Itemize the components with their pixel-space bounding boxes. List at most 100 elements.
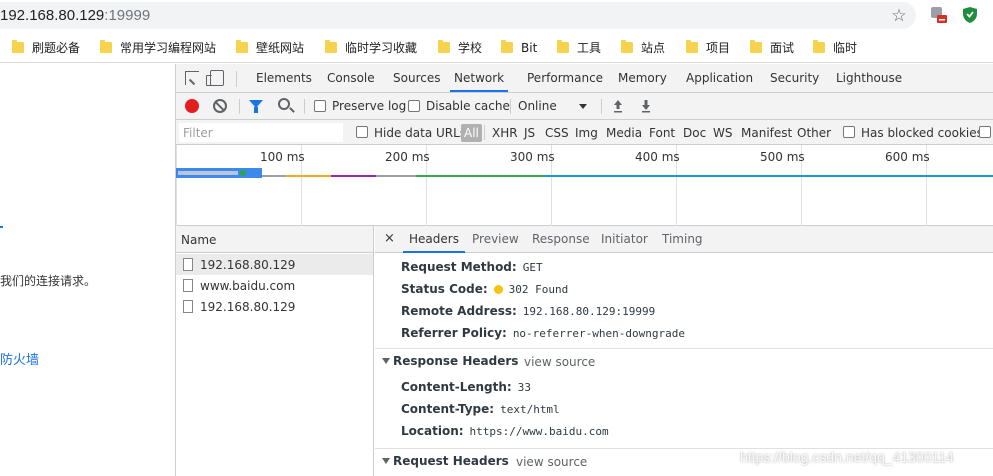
folder-icon [813, 40, 825, 53]
blocked-requests-checkbox[interactable] [979, 126, 991, 138]
tab-preview[interactable]: Preview [472, 226, 519, 253]
page-content: 我们的连接请求。 防火墙 [0, 64, 175, 476]
timeline-bar [240, 170, 246, 176]
table-row[interactable]: 192.168.80.129 [176, 254, 373, 275]
devtools-tabbar: Elements Console Sources Network Perform… [176, 64, 993, 93]
filter-type-media[interactable]: Media [606, 126, 642, 140]
record-icon[interactable] [185, 99, 199, 113]
timeline-bar [416, 175, 544, 177]
document-icon [183, 279, 193, 292]
bookmark-folder[interactable]: 学校 [438, 39, 482, 56]
chevron-down-icon[interactable] [579, 104, 587, 109]
bookmarks-bar: 刷题必备 常用学习编程网站 壁纸网站 临时学习收藏 学校 Bit 工具 站点 项… [0, 31, 993, 63]
filter-type-js[interactable]: JS [524, 126, 535, 140]
inspect-element-icon[interactable] [185, 71, 199, 85]
header-referrer-policy: Referrer Policy: no-referrer-when-downgra… [401, 326, 685, 340]
tab-response[interactable]: Response [532, 226, 590, 253]
tab-headers[interactable]: Headers [403, 226, 465, 253]
page-firewall-link[interactable]: 防火墙 [0, 349, 39, 368]
divider [510, 99, 511, 114]
tab-application[interactable]: Application [686, 64, 753, 92]
folder-icon [621, 40, 633, 53]
bookmark-folder[interactable]: Bit [501, 39, 537, 56]
import-har-icon[interactable] [613, 99, 623, 113]
tab-security[interactable]: Security [770, 64, 819, 92]
expand-triangle-icon[interactable] [382, 358, 390, 364]
tab-sources[interactable]: Sources [393, 64, 440, 92]
filter-type-ws[interactable]: WS [713, 126, 732, 140]
filter-input[interactable] [179, 123, 343, 142]
preserve-log-checkbox[interactable] [314, 100, 326, 112]
filter-type-img[interactable]: Img [575, 126, 598, 140]
filter-type-manifest[interactable]: Manifest [741, 126, 792, 140]
table-row[interactable]: 192.168.80.129 [176, 296, 373, 317]
timeline-bar [262, 175, 286, 177]
divider [484, 125, 485, 140]
address-bar: 192.168.80.129:19999 ☆ [0, 0, 993, 31]
tab-lighthouse[interactable]: Lighthouse [836, 64, 902, 92]
shield-extension-icon[interactable] [962, 6, 978, 24]
page-link-fragment[interactable] [0, 226, 3, 228]
url-host: 192.168.80.129 [0, 7, 105, 24]
tab-initiator[interactable]: Initiator [601, 226, 648, 253]
filter-type-xhr[interactable]: XHR [492, 126, 518, 140]
timeline-tick: 100 ms [260, 150, 305, 164]
tab-elements[interactable]: Elements [256, 64, 312, 92]
export-har-icon[interactable] [641, 99, 651, 113]
device-toolbar-icon[interactable] [206, 70, 224, 86]
header-content-length: Content-Length: 33 [401, 380, 531, 394]
request-detail-panel: × Headers Preview Response Initiator Tim… [375, 226, 993, 476]
section-title[interactable]: Request Headers [393, 454, 509, 468]
column-header-name[interactable]: Name [176, 226, 373, 253]
bookmark-folder[interactable]: 临时学习收藏 [325, 39, 417, 56]
blocked-cookies-checkbox[interactable] [843, 126, 855, 138]
network-overview[interactable]: 100 ms 200 ms 300 ms 400 ms 500 ms 600 m… [176, 145, 993, 226]
timeline-tick: 200 ms [385, 150, 430, 164]
tab-memory[interactable]: Memory [618, 64, 667, 92]
disable-cache-checkbox[interactable] [408, 100, 420, 112]
search-icon[interactable] [278, 98, 290, 110]
url-text[interactable]: 192.168.80.129:19999 [0, 7, 150, 24]
response-headers-section[interactable]: Response Headers view source [375, 348, 993, 373]
timeline-tick: 400 ms [635, 150, 680, 164]
blocked-cookies-label: Has blocked cookies [861, 126, 983, 140]
hide-data-urls-checkbox[interactable] [356, 126, 368, 138]
folder-icon [236, 40, 248, 53]
close-icon[interactable]: × [384, 231, 395, 246]
filter-icon[interactable] [249, 100, 263, 113]
document-icon [183, 258, 193, 271]
page-text: 我们的连接请求。 [0, 274, 97, 288]
bookmark-folder[interactable]: 站点 [621, 39, 665, 56]
preserve-log-label: Preserve log [332, 99, 407, 113]
expand-triangle-icon[interactable] [382, 458, 390, 464]
extension-icon[interactable] [930, 6, 948, 24]
folder-icon [501, 40, 513, 53]
omnibox[interactable]: 192.168.80.129:19999 ☆ [0, 2, 916, 29]
filter-type-other[interactable]: Other [797, 126, 831, 140]
bookmark-star-icon[interactable]: ☆ [890, 7, 908, 25]
filter-type-all[interactable]: All [461, 124, 482, 142]
bookmark-folder[interactable]: 刷题必备 [12, 39, 80, 56]
bookmark-folder[interactable]: 项目 [686, 39, 730, 56]
bookmark-folder[interactable]: 临时 [813, 39, 857, 56]
folder-icon [750, 40, 762, 53]
bookmark-folder[interactable]: 壁纸网站 [236, 39, 304, 56]
throttling-select[interactable]: Online [518, 99, 557, 113]
section-title[interactable]: Response Headers [393, 354, 518, 368]
tab-timing[interactable]: Timing [662, 226, 703, 253]
table-row[interactable]: www.baidu.com [176, 275, 373, 296]
status-dot-icon [493, 285, 503, 294]
bookmark-folder[interactable]: 面试 [750, 39, 794, 56]
bookmark-folder[interactable]: 工具 [557, 39, 601, 56]
view-source-link[interactable]: view source [516, 455, 587, 469]
view-source-link[interactable]: view source [524, 355, 595, 369]
filter-type-css[interactable]: CSS [545, 126, 569, 140]
tab-performance[interactable]: Performance [527, 64, 603, 92]
tab-console[interactable]: Console [327, 64, 375, 92]
folder-icon [438, 40, 450, 53]
clear-icon[interactable] [213, 99, 227, 113]
filter-type-font[interactable]: Font [649, 126, 675, 140]
filter-type-doc[interactable]: Doc [683, 126, 706, 140]
bookmark-folder[interactable]: 常用学习编程网站 [100, 39, 216, 56]
tab-network[interactable]: Network [450, 64, 509, 92]
